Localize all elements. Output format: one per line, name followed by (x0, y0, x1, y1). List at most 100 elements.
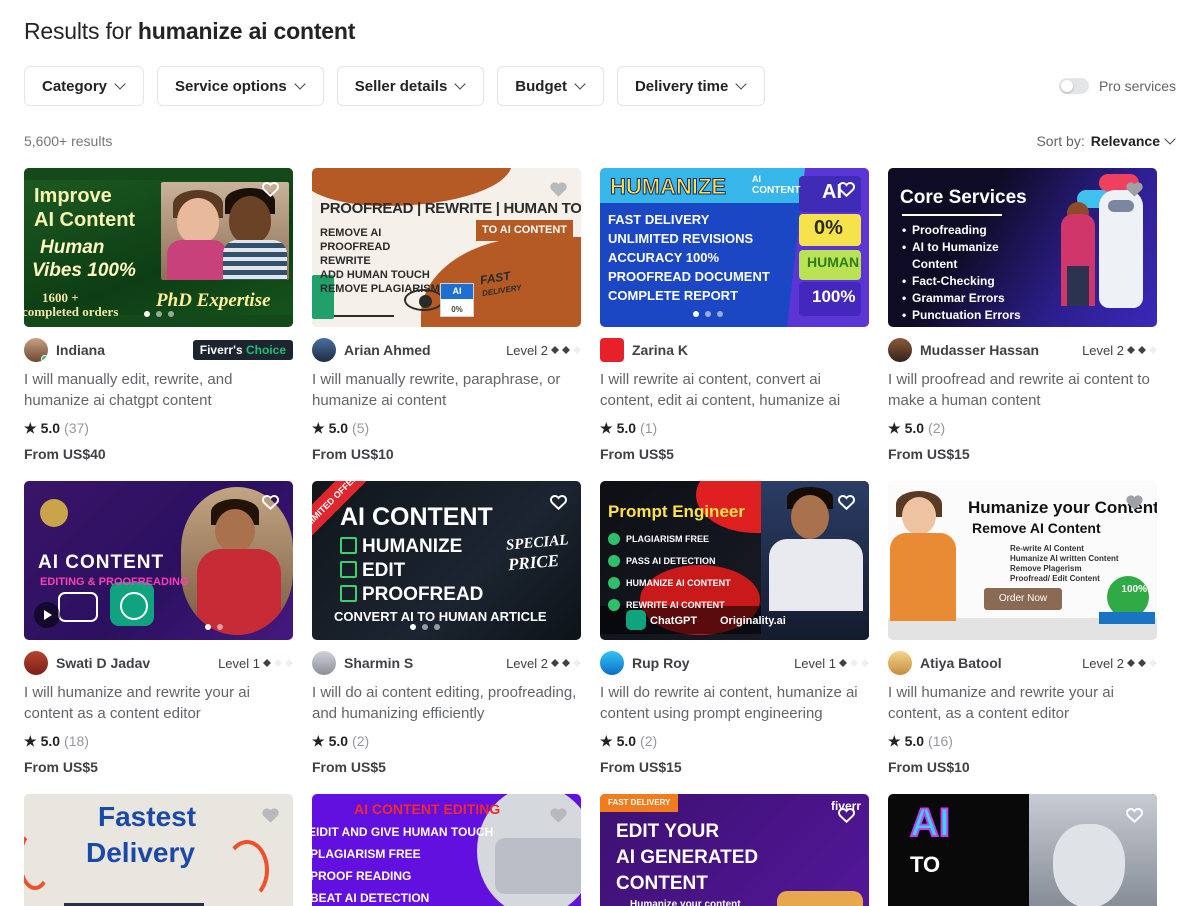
thumb-text: PASS AI DETECTION (626, 556, 716, 566)
carousel-dots[interactable] (143, 311, 174, 317)
gig-price: From US$15 (888, 446, 970, 462)
gig-price: From US$15 (600, 759, 682, 775)
gig-card[interactable]: Order Now Humanize your Content Remove A… (888, 481, 1157, 775)
filter-category-label: Category (42, 77, 108, 95)
seller-name[interactable]: Rup Roy (632, 655, 690, 671)
filter-budget[interactable]: Budget (497, 66, 604, 106)
heart-icon[interactable] (836, 178, 857, 199)
seller-name[interactable]: Zarina K (632, 342, 688, 358)
rating-row: ★ 5.0 (16) (888, 733, 1157, 749)
thumb-text: Proofread/ Edit Content (1010, 574, 1100, 583)
seller-row: Swati D Jadav Level 1 (24, 651, 293, 675)
gig-card[interactable]: HUMANIZE AI CONTENT FAST DELIVERY UNLIMI… (600, 168, 869, 462)
gig-card[interactable]: Fastest Delivery (24, 794, 293, 906)
carousel-dots[interactable] (205, 624, 223, 630)
gig-thumbnail[interactable]: AI CONTENT EDITING & PROOFREADING (24, 481, 293, 640)
filter-seller-details[interactable]: Seller details (336, 66, 485, 106)
heart-icon[interactable] (836, 491, 857, 512)
gig-card[interactable]: LIMITED OFFER AI CONTENT HUMANIZE EDIT P… (312, 481, 581, 775)
thumbnail-art: FAST DELIVERY fiverr EDIT YOUR AI GENERA… (600, 794, 869, 906)
heart-icon[interactable] (260, 178, 281, 199)
sort-control[interactable]: Sort by: Relevance (1036, 133, 1176, 149)
seller-name[interactable]: Swati D Jadav (56, 655, 150, 671)
seller-name[interactable]: Sharmin S (344, 655, 413, 671)
gig-title[interactable]: I will manually edit, rewrite, and human… (24, 369, 293, 411)
gig-price: From US$5 (312, 759, 386, 775)
gig-title[interactable]: I will humanize and rewrite your ai cont… (888, 682, 1157, 724)
gig-card[interactable]: Prompt Engineer PLAGIARISM FREE PASS AI … (600, 481, 869, 775)
play-icon[interactable] (34, 602, 60, 628)
heart-icon[interactable] (1124, 491, 1145, 512)
thumb-text: PLAGIARISM FREE (626, 534, 710, 544)
gig-title[interactable]: I will proofread and rewrite ai content … (888, 369, 1157, 411)
gig-title[interactable]: I will manually rewrite, paraphrase, or … (312, 369, 581, 411)
star-icon: ★ (600, 420, 613, 436)
star-icon: ★ (888, 420, 901, 436)
gig-card[interactable]: AI0% PROOFREAD | REWRITE | HUMAN TOUCH R… (312, 168, 581, 462)
gig-title[interactable]: I will do ai content editing, proofreadi… (312, 682, 581, 724)
carousel-dots[interactable] (409, 624, 440, 630)
rating-value: 5.0 (904, 733, 925, 749)
heart-icon[interactable] (1124, 178, 1145, 199)
thumb-text: HUMANIZE AI CONTENT (626, 578, 731, 588)
rating-count: (2) (640, 733, 658, 749)
seller-name[interactable]: Indiana (56, 342, 105, 358)
thumb-text: PROOFREAD DOCUMENT (608, 269, 770, 284)
thumb-text: Grammar Errors (912, 291, 1005, 305)
rating-row: ★ 5.0 (5) (312, 420, 581, 436)
thumb-text: REMOVE AI (320, 227, 382, 239)
heart-icon[interactable] (1124, 804, 1145, 825)
gig-title[interactable]: I will humanize and rewrite your ai cont… (24, 682, 293, 724)
gig-thumbnail[interactable]: Improve AI Content Human Vibes 100% 1600… (24, 168, 293, 327)
chevron-down-icon (296, 79, 306, 89)
gig-title[interactable]: I will do rewrite ai content, humanize a… (600, 682, 869, 724)
gig-thumbnail[interactable]: LIMITED OFFER AI CONTENT HUMANIZE EDIT P… (312, 481, 581, 640)
thumb-text: AI CONTENT (340, 503, 493, 531)
gig-thumbnail[interactable]: Order Now Humanize your Content Remove A… (888, 481, 1157, 640)
thumb-text: COMPLETE REPORT (608, 288, 739, 303)
heart-icon[interactable] (260, 491, 281, 512)
seller-name[interactable]: Atiya Batool (920, 655, 1002, 671)
heart-icon[interactable] (260, 804, 281, 825)
chevron-down-icon (576, 79, 586, 89)
gig-thumbnail[interactable]: AI0% PROOFREAD | REWRITE | HUMAN TOUCH R… (312, 168, 581, 327)
chevron-down-icon (737, 79, 747, 89)
gig-card[interactable]: Core Services Proofreading AI to Humaniz… (888, 168, 1157, 462)
filter-delivery-time-label: Delivery time (634, 77, 729, 95)
thumb-text: UNLIMITED REVISIONS (608, 231, 754, 246)
rating-row: ★ 5.0 (37) (24, 420, 293, 436)
thumb-text: CONTENT (752, 185, 801, 196)
filter-delivery-time[interactable]: Delivery time (616, 66, 766, 106)
gig-thumbnail[interactable]: HUMANIZE AI CONTENT FAST DELIVERY UNLIMI… (600, 168, 869, 327)
seller-level-badge: Level 1 (218, 656, 293, 671)
gig-card[interactable]: AI CONTENT EDITING & PROOFREADING Swati … (24, 481, 293, 775)
heart-icon[interactable] (548, 804, 569, 825)
gig-card[interactable]: FAST DELIVERY fiverr EDIT YOUR AI GENERA… (600, 794, 869, 906)
filter-category[interactable]: Category (24, 66, 145, 106)
pro-services-toggle[interactable] (1058, 78, 1089, 94)
heart-icon[interactable] (548, 178, 569, 199)
gig-thumbnail[interactable]: Core Services Proofreading AI to Humaniz… (888, 168, 1157, 327)
chevron-down-icon (116, 79, 126, 89)
thumb-text: REMOVE PLAGIARISM (320, 283, 440, 295)
heart-icon[interactable] (548, 491, 569, 512)
gig-thumbnail[interactable]: FAST DELIVERY fiverr EDIT YOUR AI GENERA… (600, 794, 869, 906)
filter-service-options[interactable]: Service options (157, 66, 324, 106)
gig-card[interactable]: AI CONTENT EDITING EIDIT AND GIVE HUMAN … (312, 794, 581, 906)
heart-icon[interactable] (836, 804, 857, 825)
gig-card[interactable]: Improve AI Content Human Vibes 100% 1600… (24, 168, 293, 462)
carousel-dots[interactable] (692, 311, 723, 317)
result-count: 5,600+ results (24, 133, 113, 149)
gig-thumbnail[interactable]: AI CONTENT EDITING EIDIT AND GIVE HUMAN … (312, 794, 581, 906)
thumb-text: AI Content (34, 209, 136, 231)
thumb-text: REWRITE (320, 255, 371, 267)
gig-thumbnail[interactable]: Fastest Delivery (24, 794, 293, 906)
rating-row: ★ 5.0 (2) (600, 733, 869, 749)
gig-title[interactable]: I will rewrite ai content, convert ai co… (600, 369, 869, 411)
seller-name[interactable]: Arian Ahmed (344, 342, 431, 358)
gig-card[interactable]: AI TO (888, 794, 1157, 906)
thumb-text: Vibes 100% (32, 260, 136, 281)
seller-name[interactable]: Mudasser Hassan (920, 342, 1039, 358)
gig-thumbnail[interactable]: Prompt Engineer PLAGIARISM FREE PASS AI … (600, 481, 869, 640)
gig-thumbnail[interactable]: AI TO (888, 794, 1157, 906)
